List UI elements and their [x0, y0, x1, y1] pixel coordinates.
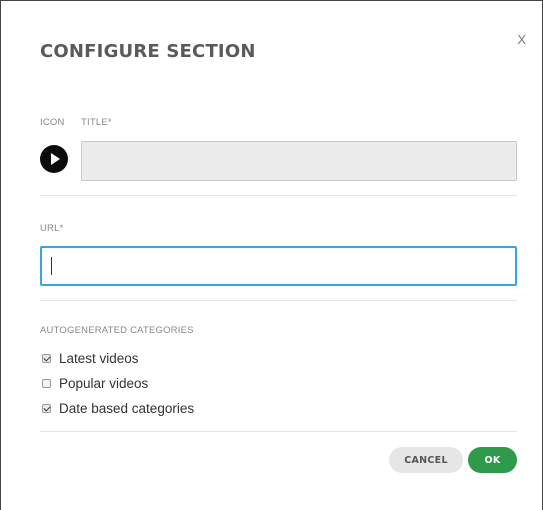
- text-caret: [51, 257, 52, 275]
- icon-picker-button[interactable]: [40, 145, 68, 173]
- category-date-based[interactable]: Date based categories: [42, 400, 194, 416]
- ok-button[interactable]: OK: [468, 447, 517, 473]
- url-label: URL*: [40, 223, 63, 234]
- date-based-checkbox[interactable]: [42, 403, 51, 413]
- title-label: TITLE*: [81, 117, 112, 128]
- title-required-mark: *: [107, 117, 112, 127]
- autogenerated-categories-label: AUTOGENERATED CATEGORIES: [40, 325, 194, 336]
- popular-videos-label: Popular videos: [59, 375, 149, 391]
- popular-videos-checkbox[interactable]: [42, 378, 51, 388]
- url-label-text: URL: [40, 223, 60, 234]
- divider: [40, 300, 517, 301]
- latest-videos-checkbox[interactable]: [42, 353, 51, 363]
- title-label-text: TITLE: [81, 117, 108, 128]
- cancel-button[interactable]: CANCEL: [389, 447, 463, 473]
- close-button[interactable]: X: [517, 33, 526, 47]
- category-popular-videos[interactable]: Popular videos: [42, 375, 148, 391]
- dialog-title: CONFIGURE SECTION: [40, 41, 256, 62]
- title-input[interactable]: [81, 141, 517, 181]
- configure-section-dialog: X CONFIGURE SECTION ICON TITLE* URL* AUT…: [0, 0, 543, 510]
- date-based-label: Date based categories: [59, 400, 195, 416]
- url-required-mark: *: [59, 223, 64, 233]
- divider: [40, 195, 517, 196]
- divider: [40, 431, 517, 432]
- url-input[interactable]: [40, 246, 517, 286]
- category-latest-videos[interactable]: Latest videos: [42, 350, 139, 366]
- latest-videos-label: Latest videos: [59, 350, 139, 366]
- play-icon: [51, 153, 60, 165]
- icon-label: ICON: [40, 117, 65, 128]
